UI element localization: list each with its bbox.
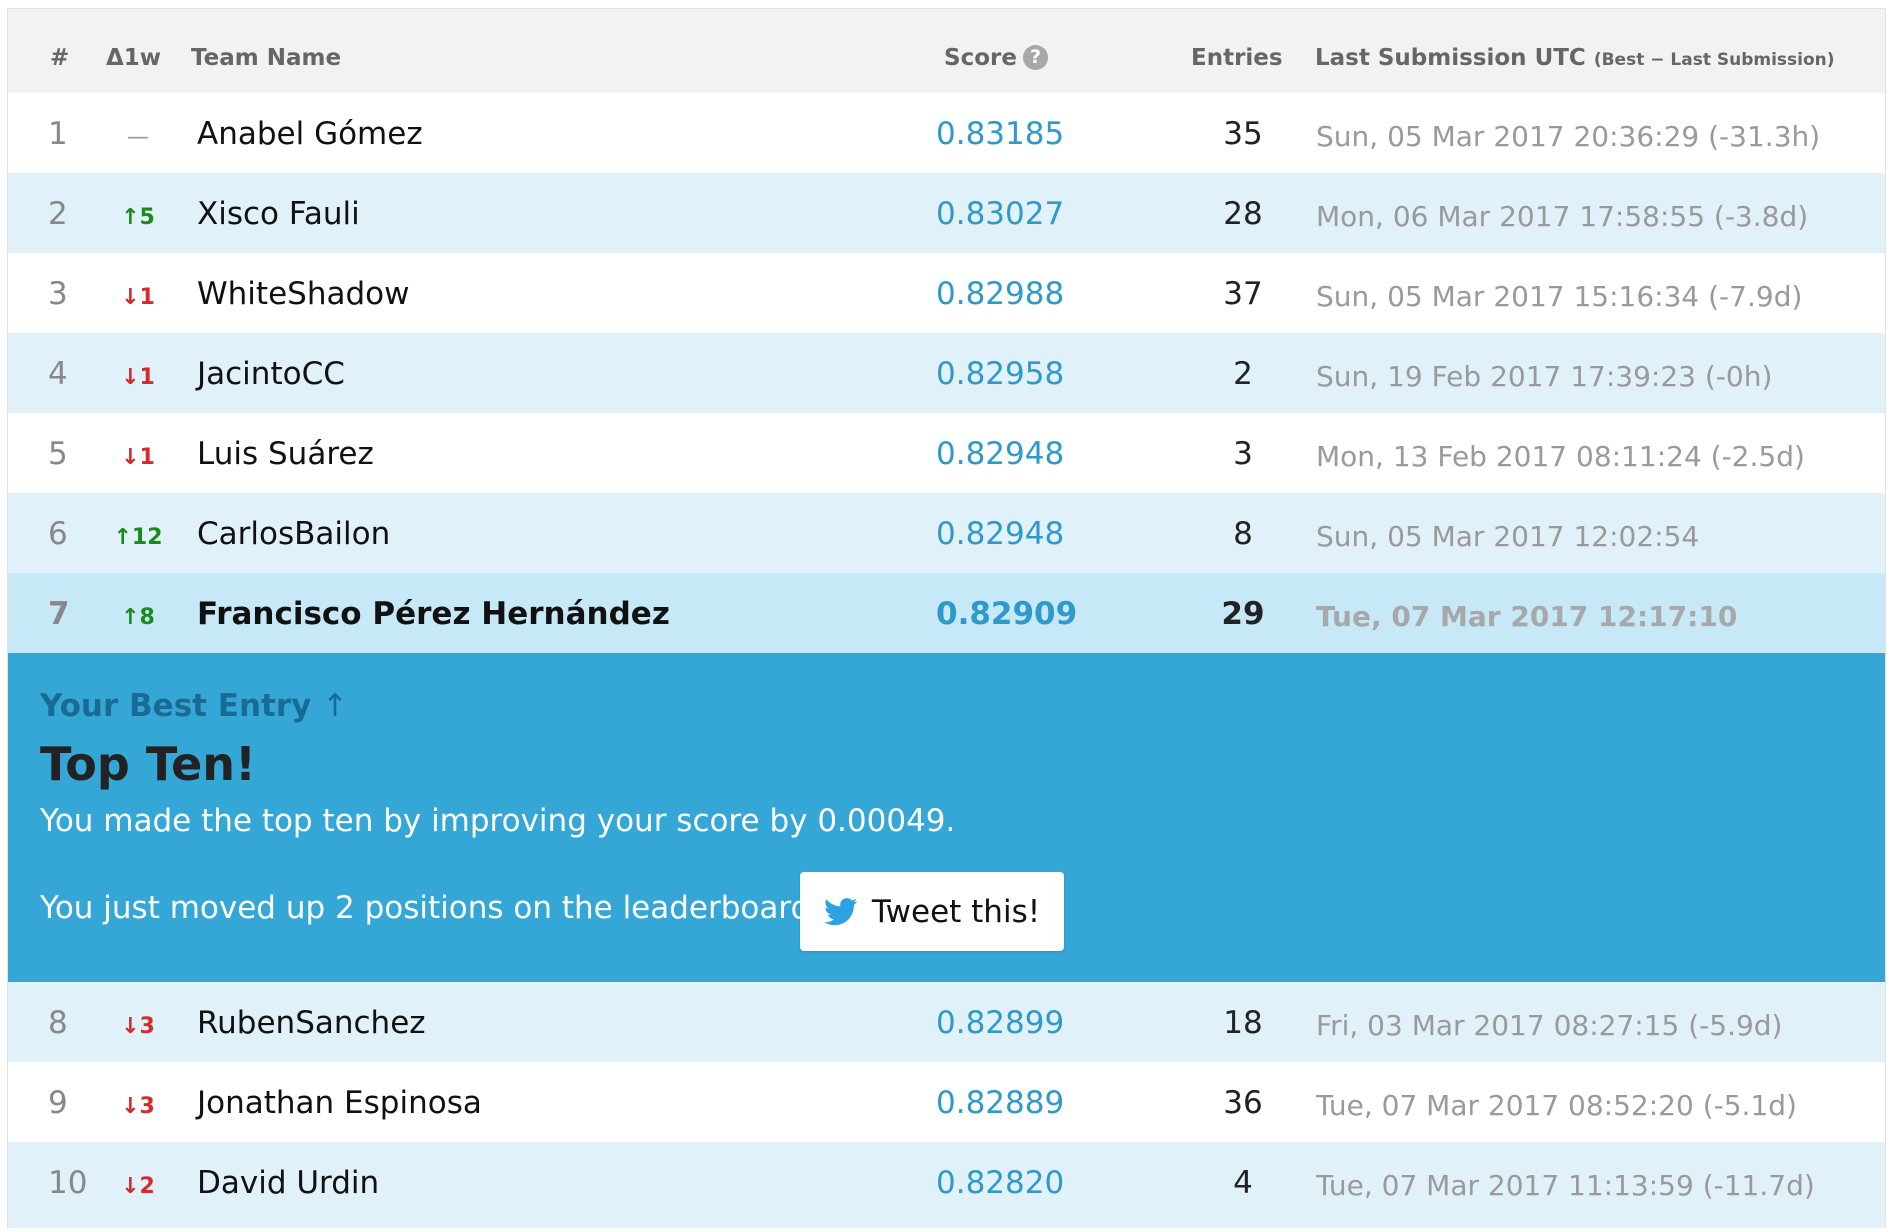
leaderboard-row: 1 — Anabel Gómez 0.83185 35 Sun, 05 Mar 2017 …	[8, 93, 1885, 173]
header-team-name[interactable]: Team Name	[191, 45, 341, 71]
header-rank[interactable]: #	[50, 45, 69, 71]
header-score-label: Score	[944, 45, 1017, 71]
score-cell: 0.82909	[936, 596, 1078, 632]
header-entries[interactable]: Entries	[1191, 45, 1283, 71]
delta-cell: ↓1	[121, 365, 155, 390]
rows-top: 1— Anabel Gómez 0.83185 35 Sun, 05 Mar 2017 …	[8, 93, 1885, 653]
rank-cell: 9	[48, 1085, 68, 1121]
team-name-link[interactable]: David Urdin	[197, 1163, 379, 1203]
delta-cell: ↓3	[121, 1094, 155, 1119]
rank-cell: 1	[48, 116, 68, 152]
score-cell: 0.82948	[936, 436, 1065, 472]
banner-kicker-label: Your Best Entry	[40, 688, 312, 724]
leaderboard-row: 9 ↓3 Jonathan Espinosa 0.82889 36 Tue, 07 Mar…	[8, 1062, 1885, 1142]
team-name-link[interactable]: Luis Suárez	[197, 434, 374, 474]
entries-cell: 29	[1221, 596, 1265, 632]
leaderboard-row: 3 ↓1 WhiteShadow 0.82988 37 Sun, 05 Mar 2017 …	[8, 253, 1885, 333]
delta-cell: ↓1	[121, 445, 155, 470]
score-cell: 0.82899	[936, 1005, 1065, 1041]
last-submission-cell: Sun, 19 Feb 2017 17:39:23 (-0h)	[1316, 360, 1773, 393]
delta-cell: ↑8	[121, 605, 155, 630]
last-submission-cell: Tue, 07 Mar 2017 08:52:20 (-5.1d)	[1316, 1089, 1797, 1122]
entries-cell: 4	[1233, 1165, 1253, 1201]
rank-cell: 7	[48, 596, 70, 632]
delta-cell: ↓3	[121, 1014, 155, 1039]
entries-cell: 28	[1223, 196, 1263, 232]
team-name-link[interactable]: WhiteShadow	[197, 274, 409, 314]
last-submission-cell: Sun, 05 Mar 2017 20:36:29 (-31.3h)	[1316, 120, 1821, 153]
tweet-button-label: Tweet this!	[871, 893, 1041, 930]
leaderboard: # Δ1w Team Name Score? Entries Last Subm…	[7, 8, 1886, 1228]
team-name-link[interactable]: Francisco Pérez Hernández	[197, 594, 670, 634]
rank-cell: 8	[48, 1005, 68, 1041]
leaderboard-header: # Δ1w Team Name Score? Entries Last Subm…	[8, 9, 1885, 93]
banner-kicker: Your Best Entry ↑	[40, 688, 348, 724]
last-submission-cell: Fri, 03 Mar 2017 08:27:15 (-5.9d)	[1316, 1009, 1783, 1042]
team-name-link[interactable]: Anabel Gómez	[197, 114, 423, 154]
delta-cell: ↑12	[113, 525, 163, 550]
score-cell: 0.82988	[936, 276, 1065, 312]
banner-improvement-text: You made the top ten by improving your s…	[40, 803, 956, 839]
last-submission-cell: Tue, 07 Mar 2017 12:17:10	[1316, 600, 1738, 633]
last-submission-cell: Tue, 07 Mar 2017 11:13:59 (-11.7d)	[1316, 1169, 1815, 1202]
banner-title: Top Ten!	[40, 737, 257, 791]
header-last-submission[interactable]: Last Submission UTC (Best − Last Submiss…	[1315, 45, 1835, 71]
tweet-button[interactable]: Tweet this!	[800, 872, 1064, 951]
score-cell: 0.82820	[936, 1165, 1065, 1201]
score-cell: 0.83185	[936, 116, 1065, 152]
entries-cell: 18	[1223, 1005, 1263, 1041]
arrow-up-icon: ↑	[322, 688, 349, 724]
entries-cell: 3	[1233, 436, 1253, 472]
leaderboard-row: 4 ↓1 JacintoCC 0.82958 2 Sun, 19 Feb 2017 17:…	[8, 333, 1885, 413]
score-cell: 0.82889	[936, 1085, 1065, 1121]
header-score[interactable]: Score?	[944, 45, 1048, 71]
rows-bottom: 8 ↓3 RubenSanchez 0.82899 18 Fri, 03 Mar 2017…	[8, 982, 1885, 1222]
header-last-submission-label: Last Submission UTC	[1315, 45, 1586, 71]
rank-cell: 5	[48, 436, 68, 472]
last-submission-cell: Mon, 06 Mar 2017 17:58:55 (-3.8d)	[1316, 200, 1809, 233]
leaderboard-row: 6 ↑12 CarlosBailon 0.82948 8 Sun, 05 Mar 2017…	[8, 493, 1885, 573]
entries-cell: 37	[1223, 276, 1263, 312]
last-submission-cell: Sun, 05 Mar 2017 15:16:34 (-7.9d)	[1316, 280, 1803, 313]
leaderboard-row: 2 ↑5 Xisco Fauli 0.83027 28 Mon, 06 Mar 2017 …	[8, 173, 1885, 253]
score-cell: 0.82948	[936, 516, 1065, 552]
rank-cell: 6	[48, 516, 68, 552]
help-icon[interactable]: ?	[1022, 45, 1048, 70]
leaderboard-row: 10 ↓2 David Urdin 0.82820 4 Tue, 07 Mar 2017 …	[8, 1142, 1885, 1222]
leaderboard-row: 5 ↓1 Luis Suárez 0.82948 3 Mon, 13 Feb 2017 0…	[8, 413, 1885, 493]
rank-cell: 3	[48, 276, 68, 312]
score-cell: 0.82958	[936, 356, 1065, 392]
header-last-submission-note: (Best − Last Submission)	[1593, 50, 1835, 70]
banner-positions-text: You just moved up 2 positions on the lea…	[40, 890, 821, 926]
best-entry-banner: Your Best Entry ↑ Top Ten! You made the …	[8, 653, 1885, 982]
leaderboard-row: 8 ↓3 RubenSanchez 0.82899 18 Fri, 03 Mar 2017…	[8, 982, 1885, 1062]
leaderboard-row: 7 ↑8 Francisco Pérez Hernández 0.82909 29 Tue…	[8, 573, 1885, 653]
entries-cell: 2	[1233, 356, 1253, 392]
entries-cell: 35	[1223, 116, 1263, 152]
entries-cell: 8	[1233, 516, 1253, 552]
team-name-link[interactable]: Jonathan Espinosa	[197, 1083, 482, 1123]
team-name-link[interactable]: JacintoCC	[197, 354, 345, 394]
score-cell: 0.83027	[936, 196, 1065, 232]
twitter-bird-icon	[824, 897, 858, 925]
team-name-link[interactable]: RubenSanchez	[197, 1003, 426, 1043]
delta-cell: ↑5	[121, 205, 155, 230]
delta-cell: ↓2	[121, 1174, 155, 1199]
delta-cell: ↓1	[121, 285, 155, 310]
next-row-edge	[8, 1222, 1885, 1228]
last-submission-cell: Sun, 05 Mar 2017 12:02:54	[1316, 520, 1700, 553]
team-name-link[interactable]: Xisco Fauli	[197, 194, 360, 234]
last-submission-cell: Mon, 13 Feb 2017 08:11:24 (-2.5d)	[1316, 440, 1805, 473]
entries-cell: 36	[1223, 1085, 1263, 1121]
header-delta[interactable]: Δ1w	[106, 45, 161, 71]
delta-cell: —	[127, 125, 149, 150]
rank-cell: 2	[48, 196, 68, 232]
team-name-link[interactable]: CarlosBailon	[197, 514, 390, 554]
rank-cell: 10	[48, 1165, 88, 1201]
rank-cell: 4	[48, 356, 68, 392]
